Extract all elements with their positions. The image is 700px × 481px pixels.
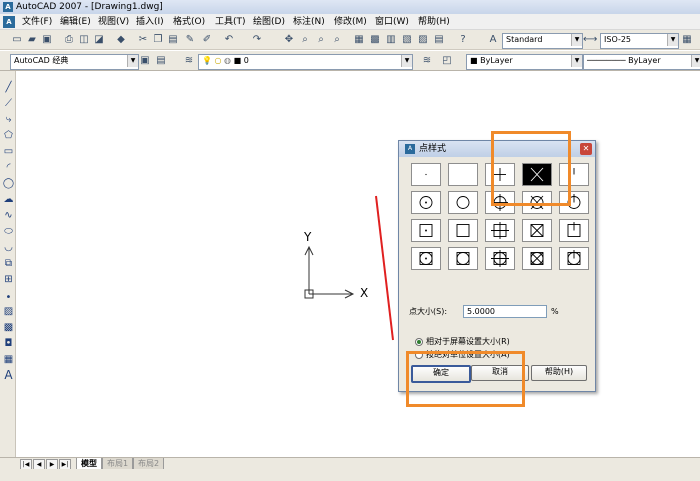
layout-tabs-bar: |◀ ◀ ▶ ▶| 模型 布局1 布局2 (0, 457, 700, 470)
point-style-square-dot[interactable] (411, 219, 441, 242)
point-style-circle-square-tick[interactable] (559, 247, 589, 270)
point-style-square-tick[interactable] (559, 219, 589, 242)
command-line-strip[interactable] (0, 469, 700, 481)
highlight-box-point-style (491, 131, 571, 206)
dialog-app-icon: A (405, 144, 415, 154)
highlight-box-ok-button (406, 351, 525, 407)
ucs-icon (304, 245, 355, 299)
radio-relative-size-label[interactable]: 相对于屏幕设置大小(R) (426, 337, 510, 347)
point-style-circle-square-plus[interactable] (485, 247, 515, 270)
point-size-label: 点大小(S): (409, 307, 448, 316)
point-style-none[interactable] (448, 163, 478, 186)
close-icon[interactable]: ✕ (580, 143, 592, 155)
dialog-title: 点样式 (419, 144, 447, 154)
ucs-x-label: X (360, 286, 369, 300)
point-size-unit: % (551, 307, 559, 316)
radio-relative-size[interactable] (415, 338, 423, 346)
point-style-circle-square[interactable] (448, 247, 478, 270)
point-style-circle-dot[interactable] (411, 191, 441, 214)
point-size-input[interactable]: 5.0000 (463, 305, 547, 318)
point-style-dot[interactable] (411, 163, 441, 186)
point-style-circle-square-dot[interactable] (411, 247, 441, 270)
help-button[interactable]: 帮助(H) (531, 365, 587, 381)
point-style-circle[interactable] (448, 191, 478, 214)
point-style-square-plus[interactable] (485, 219, 515, 242)
point-style-square[interactable] (448, 219, 478, 242)
ucs-y-label: Y (304, 230, 312, 244)
red-annotation-line (375, 195, 394, 341)
point-style-square-cross[interactable] (522, 219, 552, 242)
point-style-circle-square-cross[interactable] (522, 247, 552, 270)
